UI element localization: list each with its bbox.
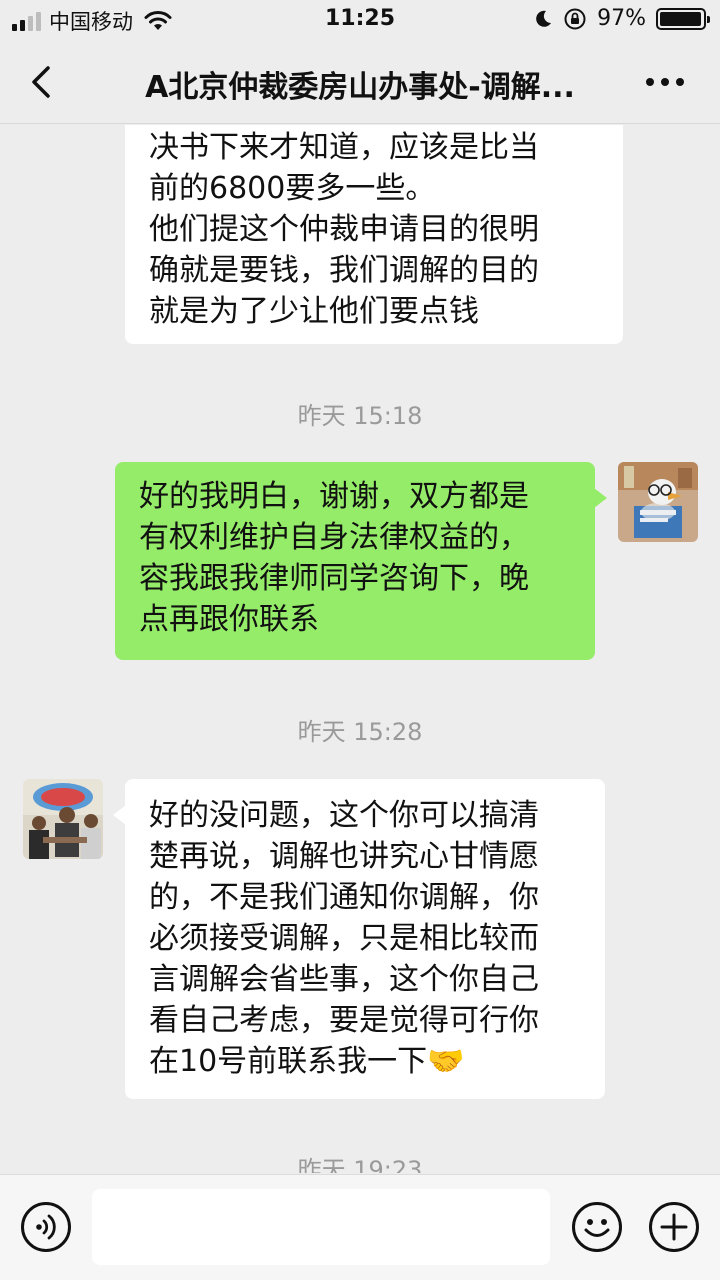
back-arrow-icon[interactable] [24,62,60,102]
message-bubble-received[interactable]: 决书下来才知道，应该是比当 前的6800要多一些。 他们提这个仲裁申请目的很明 … [125,125,623,344]
emoji-icon[interactable] [571,1201,623,1253]
more-dots-icon[interactable] [646,70,690,94]
timestamp: 昨天 15:18 [297,402,423,430]
rotation-lock-icon [564,8,586,29]
moon-icon [536,10,552,27]
input-bar [0,1174,720,1280]
timestamp: 昨天 19:23 [297,1156,423,1173]
message-list[interactable]: 决书下来才知道，应该是比当 前的6800要多一些。 他们提这个仲裁申请目的很明 … [0,125,720,1173]
carrier-label: 中国移动 [49,10,133,34]
message-input[interactable] [92,1189,550,1265]
wifi-icon [144,11,172,30]
message-bubble-received[interactable]: 好的没问题，这个你可以搞清 楚再说，调解也讲究心甘情愿 的，不是我们通知你调解，… [113,779,605,1099]
chat-header: A北京仲裁委房山办事处-调解... [0,40,720,124]
message-bubble-sent[interactable]: 好的我明白，谢谢，双方都是 有权利维护自身法律权益的， 容我跟我律师同学咨询下，… [115,462,607,660]
self-avatar[interactable] [618,462,698,542]
contact-avatar[interactable] [23,779,103,859]
voice-icon[interactable] [20,1201,72,1253]
chat-title[interactable]: A北京仲裁委房山办事处-调解... [110,62,610,106]
chat-screen: 中国移动 11:25 97% A北京仲裁委房山办事处-调解... 决书下来才知道… [0,0,720,1280]
plus-icon[interactable] [648,1201,700,1253]
timestamp: 昨天 15:28 [297,718,423,746]
battery-icon [656,7,710,30]
signal-icon [12,11,41,31]
battery-percent: 97% [597,6,646,31]
status-bar: 中国移动 11:25 97% [0,0,720,40]
